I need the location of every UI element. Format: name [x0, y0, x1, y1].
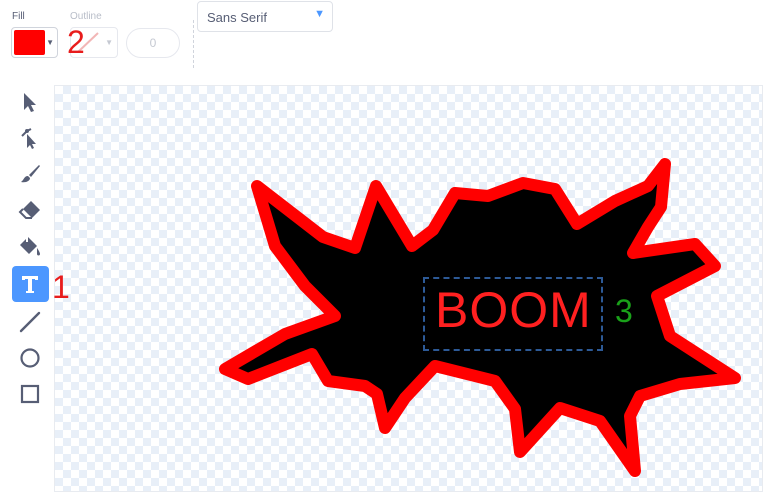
circle-tool[interactable]	[12, 340, 49, 376]
canvas-text[interactable]: BOOM	[435, 284, 592, 336]
line-icon	[19, 311, 41, 333]
toolbar-divider	[193, 20, 194, 68]
rectangle-icon	[20, 384, 40, 404]
eraser-icon	[18, 201, 40, 219]
brush-icon	[21, 165, 40, 183]
fill-label: Fill	[12, 11, 25, 22]
chevron-down-icon[interactable]: ▼	[46, 38, 54, 47]
font-dropdown[interactable]: Sans Serif ▼	[197, 1, 333, 32]
line-tool[interactable]	[12, 304, 49, 340]
chevron-down-icon[interactable]: ▼	[314, 8, 325, 20]
annotation-number: 1	[52, 269, 70, 305]
reshape-icon	[21, 128, 36, 149]
eraser-tool[interactable]	[12, 192, 49, 228]
outline-width-input[interactable]: 0	[126, 28, 180, 58]
boom-explosion-shape[interactable]	[55, 86, 762, 491]
fill-color-picker[interactable]: ▼	[11, 27, 58, 58]
paint-editor-toolbar: Fill Outline ▼ ▼ 0 Sans Serif ▼	[0, 0, 763, 80]
circle-icon	[20, 348, 40, 368]
font-dropdown-value: Sans Serif	[207, 10, 267, 25]
tool-palette	[12, 84, 50, 492]
outline-label: Outline	[70, 11, 102, 22]
paint-bucket-icon	[20, 235, 40, 256]
select-tool[interactable]	[12, 84, 49, 120]
annotation-number: 3	[615, 293, 633, 329]
text-icon	[22, 276, 38, 293]
fill-tool[interactable]	[12, 228, 49, 264]
chevron-down-icon[interactable]: ▼	[105, 38, 113, 47]
text-tool[interactable]	[12, 266, 49, 302]
brush-tool[interactable]	[12, 156, 49, 192]
rectangle-tool[interactable]	[12, 376, 49, 412]
arrow-select-icon	[24, 93, 36, 112]
annotation-number: 2	[67, 24, 85, 60]
reshape-tool[interactable]	[12, 120, 49, 156]
drawing-canvas[interactable]: BOOM	[54, 85, 763, 492]
fill-color-swatch[interactable]	[14, 30, 45, 55]
